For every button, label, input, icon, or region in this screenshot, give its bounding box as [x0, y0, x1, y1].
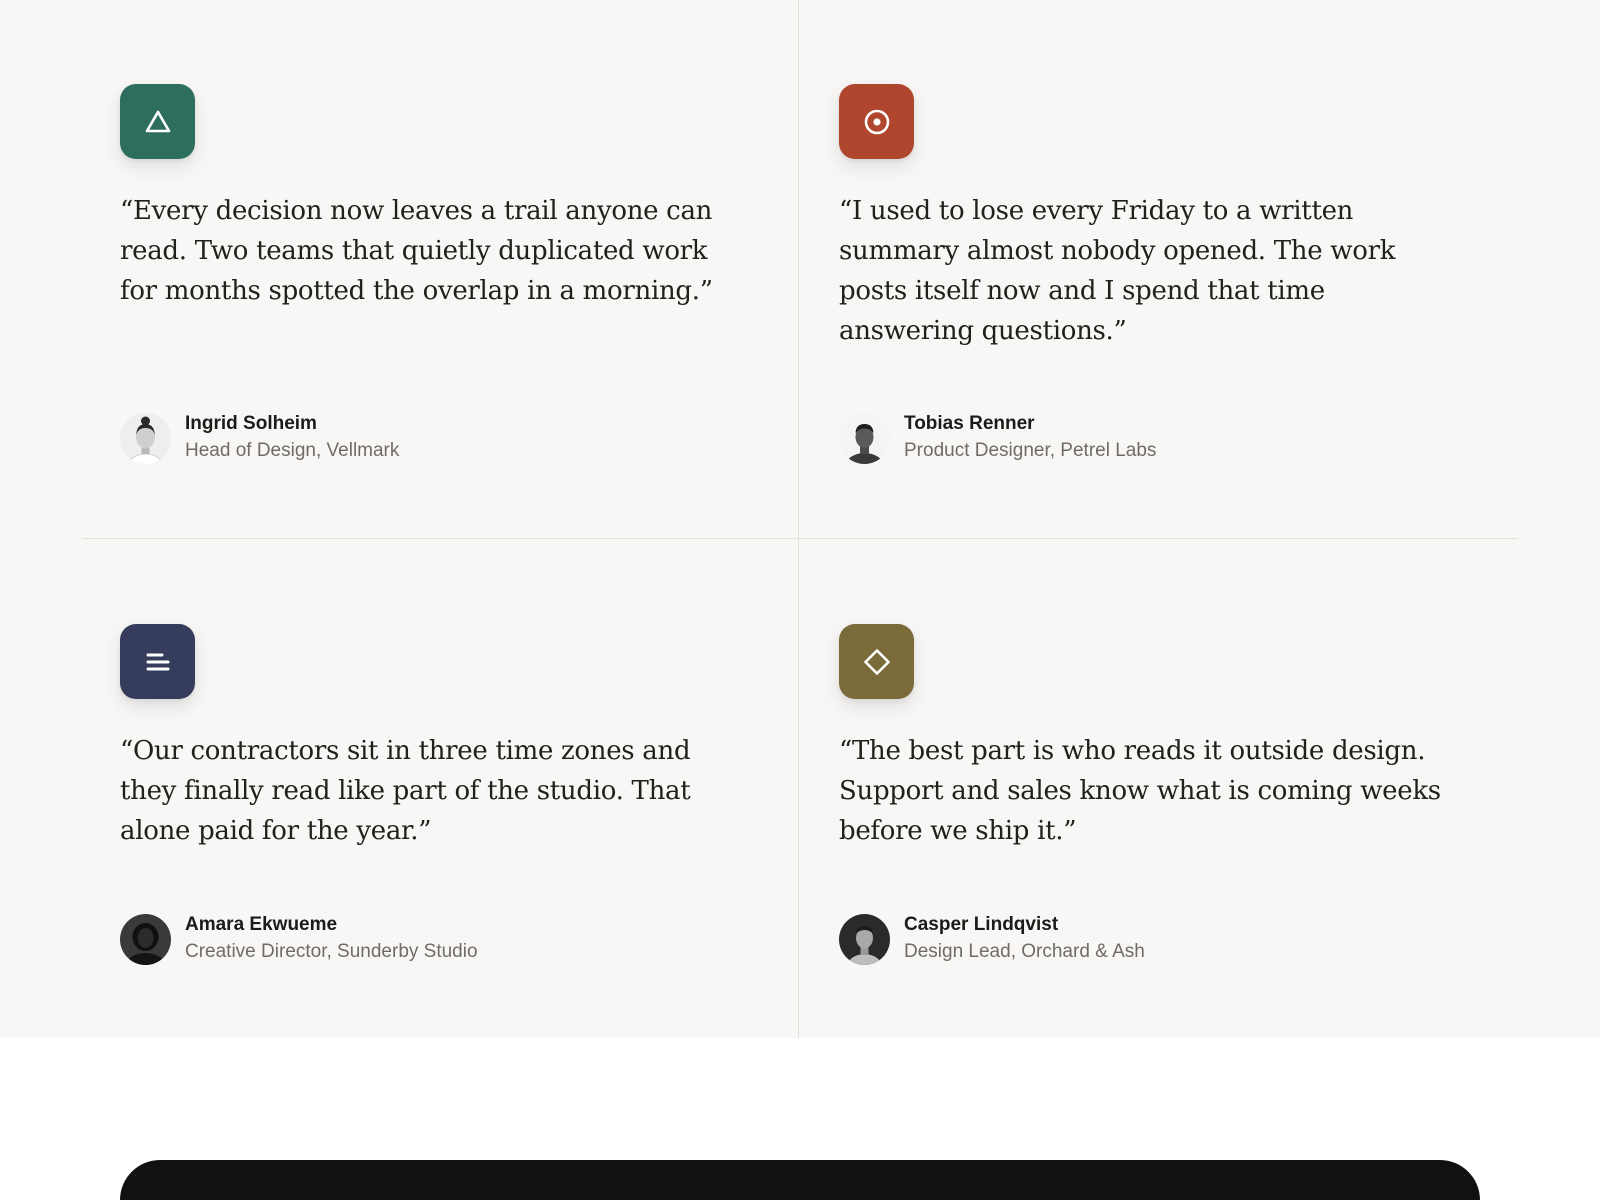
testimonial-badge: [120, 624, 195, 699]
testimonial-quote: “The best part is who reads it outside d…: [839, 736, 1441, 846]
column-divider: [798, 0, 799, 1038]
testimonial-card: “I used to lose every Friday to a writte…: [839, 84, 1395, 464]
author-name: Casper Lindqvist: [904, 914, 1059, 935]
testimonial-badge: [839, 84, 914, 159]
testimonial-quote: “Our contractors sit in three time zones…: [120, 736, 691, 846]
author-role: Creative Director, Sunderby Studio: [185, 941, 478, 962]
avatar: [839, 412, 890, 464]
testimonial-badge: [839, 624, 914, 699]
author-name: Tobias Renner: [904, 413, 1035, 434]
author-name: Ingrid Solheim: [185, 413, 317, 434]
author-role: Head of Design, Vellmark: [185, 440, 400, 461]
author-role: Product Designer, Petrel Labs: [904, 440, 1157, 461]
author-name: Amara Ekwueme: [185, 914, 338, 935]
testimonial-author: Casper Lindqvist Design Lead, Orchard & …: [839, 912, 1145, 966]
avatar: [839, 913, 890, 965]
testimonial-quote: “I used to lose every Friday to a writte…: [839, 196, 1396, 346]
align-left-icon: [146, 653, 169, 670]
testimonial-card: “Our contractors sit in three time zones…: [120, 624, 691, 965]
testimonial-author: Tobias Renner Product Designer, Petrel L…: [839, 411, 1156, 465]
testimonial-badge: [120, 84, 195, 159]
row-divider: [82, 538, 1518, 539]
testimonials-section: “Every decision now leaves a trail anyon…: [0, 0, 1600, 1038]
triangle-icon: [145, 110, 170, 132]
author-role: Design Lead, Orchard & Ash: [904, 941, 1145, 962]
diamond-icon: [863, 648, 890, 675]
testimonial-author: Amara Ekwueme Creative Director, Sunderb…: [120, 912, 478, 966]
avatar: [120, 913, 171, 965]
testimonial-quote: “Every decision now leaves a trail anyon…: [120, 196, 713, 306]
testimonial-card: “The best part is who reads it outside d…: [839, 624, 1441, 965]
cta-banner: [120, 1160, 1480, 1200]
testimonial-card: “Every decision now leaves a trail anyon…: [120, 84, 713, 464]
target-icon: [864, 109, 889, 134]
avatar: [120, 412, 171, 464]
testimonial-author: Ingrid Solheim Head of Design, Vellmark: [120, 411, 399, 465]
